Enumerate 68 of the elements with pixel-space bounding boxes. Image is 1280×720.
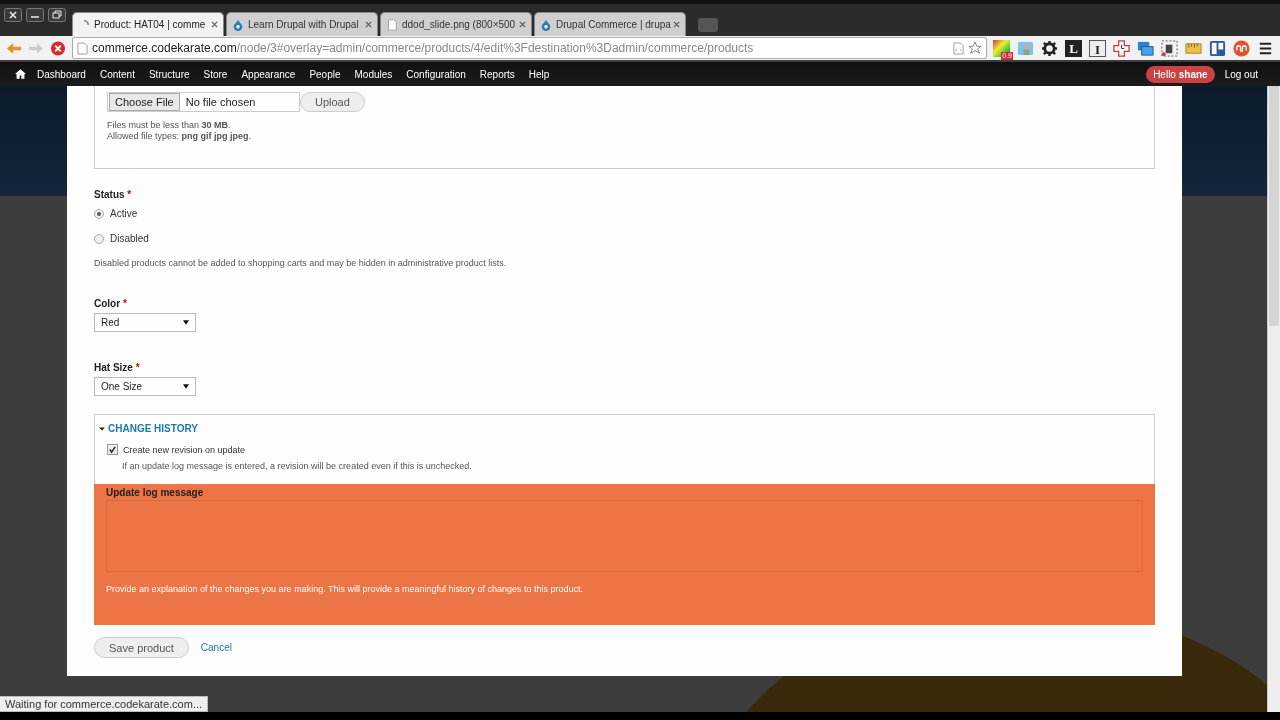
dropdown-arrow-icon	[183, 384, 189, 389]
toolbar-link[interactable]: Store	[203, 68, 228, 80]
toolbar-link[interactable]: Dashboard	[37, 68, 86, 80]
select-field[interactable]: Red	[94, 313, 196, 332]
save-button[interactable]: Save product	[94, 637, 189, 658]
browser-tab[interactable]: Product: HAT04 | comme	[72, 12, 224, 36]
scrollbar[interactable]	[1267, 86, 1280, 712]
board-icon[interactable]	[1209, 39, 1226, 57]
page-icon	[386, 18, 398, 31]
restore-icon[interactable]	[48, 8, 66, 22]
toolbar-link[interactable]: Structure	[148, 68, 190, 80]
status-bubble: Waiting for commerce.codekarate.com...	[0, 696, 209, 712]
required-mark: *	[135, 362, 140, 373]
gear-icon[interactable]	[1041, 39, 1058, 57]
toolbar-link[interactable]: Reports	[479, 68, 515, 80]
close-icon[interactable]	[673, 21, 680, 28]
home-icon[interactable]	[15, 69, 26, 79]
radio-button[interactable]	[94, 208, 104, 219]
page-icon	[77, 41, 88, 55]
close-icon[interactable]	[365, 21, 372, 28]
checkbox[interactable]	[107, 444, 118, 455]
radio-button[interactable]	[94, 233, 104, 244]
file-help-text: Files must be less than 30 MB.	[107, 120, 232, 131]
field-description: Disabled products cannot be added to shopping carts and may be hidden in administrative product lists.	[94, 258, 508, 268]
minimize-icon[interactable]	[26, 8, 44, 22]
select-field[interactable]: One Size	[94, 377, 196, 396]
clipping-icon[interactable]	[1161, 39, 1178, 57]
user-greeting[interactable]: Hello shane	[1146, 65, 1215, 83]
checkbox-label[interactable]: Create new revision on update	[123, 444, 246, 455]
drop-icon	[540, 18, 552, 31]
stop-icon[interactable]	[50, 40, 66, 56]
dropdown-arrow-icon	[183, 320, 189, 325]
field-label: Status	[94, 189, 125, 200]
toolbar-link[interactable]: Configuration	[406, 68, 466, 80]
drop-icon	[232, 18, 244, 31]
plus-clock-icon[interactable]	[1113, 39, 1130, 57]
required-mark: *	[127, 189, 132, 200]
close-icon[interactable]	[4, 8, 22, 22]
letter-icon[interactable]: L	[1065, 39, 1082, 57]
field-label: Hat Size	[94, 362, 133, 373]
file-help-text: Allowed file types: png gif jpg jpeg.	[107, 131, 253, 142]
cancel-link[interactable]: Cancel	[200, 642, 232, 653]
letter-icon[interactable]: I	[1089, 39, 1106, 57]
field-label: Update log message	[106, 487, 205, 498]
close-icon[interactable]	[519, 21, 526, 28]
toolbar-link[interactable]: People	[309, 68, 341, 80]
close-icon[interactable]	[211, 21, 218, 28]
field-description: Provide an explanation of the changes you are making. This will provide a meaningful history of changes to this product.	[106, 584, 585, 594]
toolbar-link[interactable]: Help	[528, 68, 550, 80]
fieldset-toggle[interactable]: CHANGE HISTORY	[99, 423, 1154, 434]
field-label: Color	[94, 298, 121, 309]
star-icon[interactable]	[968, 41, 982, 55]
required-mark: *	[122, 298, 127, 309]
address-field[interactable]: commerce.codekarate.com/node/3#overlay=admin/commerce/products/4/edit%3Fdestination%3Dadmin/commerce/products	[72, 37, 987, 59]
screens-icon[interactable]	[1137, 39, 1154, 57]
toolbar-link[interactable]: Modules	[354, 68, 393, 80]
radio-label[interactable]: Active	[110, 208, 138, 219]
browser-tab[interactable]: ddod_slide.png (800×500	[380, 12, 532, 36]
browser-tab[interactable]: Drupal Commerce | drupa	[534, 12, 686, 36]
browser-tab[interactable]: Learn Drupal with Drupal	[226, 12, 378, 36]
field-description: If an update log message is entered, a revision will be created even if this is unchecked.	[122, 461, 473, 471]
circle-logo-icon[interactable]	[1233, 39, 1250, 57]
upload-button[interactable]: Upload	[300, 92, 365, 112]
logout-link[interactable]: Log out	[1224, 68, 1258, 80]
toolbar-link[interactable]: Appearance	[241, 68, 296, 80]
toolbar-link[interactable]: Content	[99, 68, 135, 80]
file-input[interactable]: Choose File No file chosen	[107, 92, 300, 112]
radio-label[interactable]: Disabled	[110, 233, 149, 244]
